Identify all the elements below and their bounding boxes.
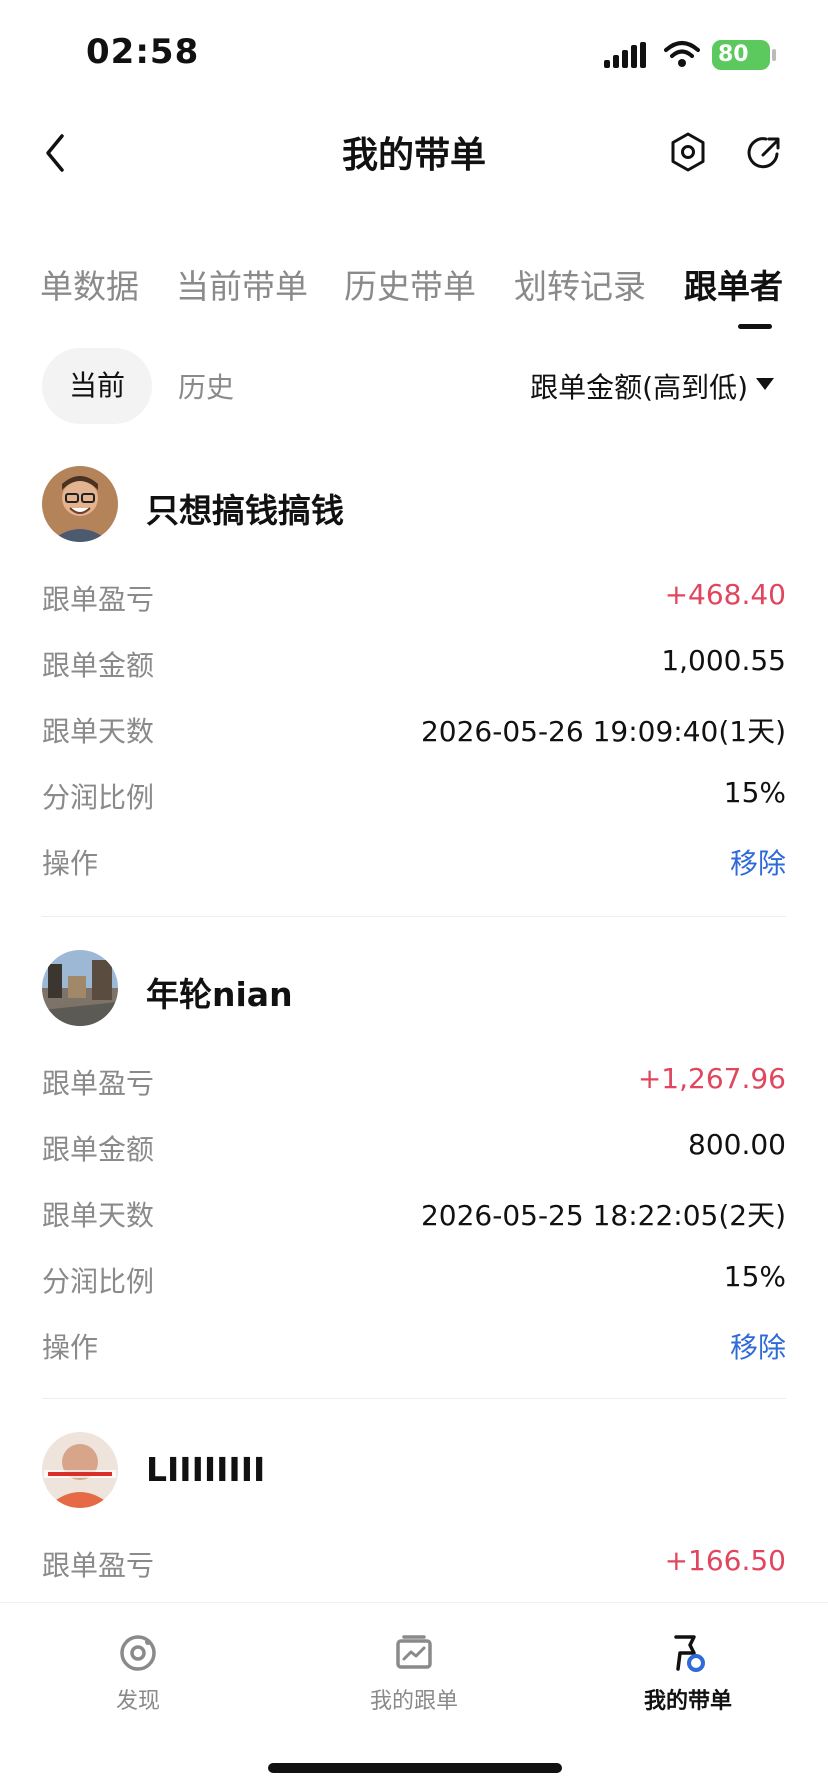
- nav-header: 我的带单: [0, 110, 828, 210]
- row-label: 跟单金额: [42, 649, 155, 682]
- row-action: 操作 移除: [42, 842, 786, 882]
- follower-card: 只想搞钱搞钱 跟单盈亏 +468.40 跟单金额 1,000.55 跟单天数 2…: [42, 466, 786, 886]
- nav-label: 我的跟单: [369, 1689, 458, 1714]
- row-pnl: 跟单盈亏 +1,267.96: [42, 1062, 786, 1102]
- divider: [42, 916, 786, 917]
- status-time: 02:58: [86, 32, 200, 72]
- row-value: 15%: [723, 776, 786, 809]
- row-label: 操作: [42, 1331, 99, 1364]
- row-value: 800.00: [688, 1128, 786, 1161]
- row-value: 2026-05-26 19:09:40(1天): [420, 715, 786, 748]
- nav-my-lead[interactable]: 我的带单: [598, 1633, 778, 1715]
- avatar: [42, 1432, 118, 1508]
- row-label: 跟单金额: [42, 1133, 155, 1166]
- row-amount: 跟单金额 800.00: [42, 1128, 786, 1168]
- row-action: 操作 移除: [42, 1326, 786, 1366]
- nav-discover[interactable]: 发现: [48, 1633, 228, 1715]
- row-label: 跟单盈亏: [42, 1067, 155, 1100]
- row-value: 15%: [723, 1260, 786, 1293]
- divider: [42, 1398, 786, 1399]
- share-icon[interactable]: [744, 130, 784, 174]
- caret-down-icon[interactable]: [756, 378, 774, 390]
- signal-icon: [604, 42, 646, 68]
- status-bar: 02:58 80: [0, 0, 828, 110]
- follower-card: LIIIIIIII 跟单盈亏 +166.50: [42, 1432, 786, 1592]
- wifi-icon: [664, 41, 700, 67]
- tab-order-data[interactable]: 单数据: [40, 260, 139, 308]
- row-share-ratio: 分润比例 15%: [42, 1260, 786, 1300]
- row-label: 操作: [42, 847, 99, 880]
- nav-my-follow[interactable]: 我的跟单: [324, 1633, 504, 1715]
- battery-icon: 80: [712, 40, 776, 70]
- home-indicator: [268, 1763, 562, 1773]
- row-label: 跟单盈亏: [42, 583, 155, 616]
- row-value: +166.50: [664, 1544, 786, 1577]
- subtab-current[interactable]: 当前: [42, 348, 152, 424]
- follower-name: 年轮nian: [146, 975, 293, 1014]
- row-value: 1,000.55: [661, 644, 786, 677]
- nav-label: 发现: [115, 1689, 160, 1714]
- main-tabs: 单数据 当前带单 历史带单 划转记录 跟单者: [0, 250, 828, 330]
- avatar: [42, 466, 118, 542]
- settings-hex-icon[interactable]: [668, 130, 708, 174]
- avatar: [42, 950, 118, 1026]
- row-pnl: 跟单盈亏 +468.40: [42, 578, 786, 618]
- remove-button[interactable]: 移除: [730, 1326, 786, 1366]
- remove-button[interactable]: 移除: [730, 842, 786, 882]
- sub-filter-bar: 当前 历史 跟单金额(高到低): [0, 346, 828, 426]
- follower-name: 只想搞钱搞钱: [146, 491, 344, 530]
- row-label: 跟单盈亏: [42, 1549, 155, 1582]
- tab-current-lead[interactable]: 当前带单: [176, 260, 308, 308]
- tab-indicator: [738, 324, 772, 329]
- tab-transfer-records[interactable]: 划转记录: [514, 260, 646, 308]
- row-days: 跟单天数 2026-05-25 18:22:05(2天): [42, 1194, 786, 1234]
- tab-history-lead[interactable]: 历史带单: [344, 260, 476, 308]
- row-days: 跟单天数 2026-05-26 19:09:40(1天): [42, 710, 786, 750]
- sort-dropdown[interactable]: 跟单金额(高到低): [530, 366, 748, 406]
- follower-name: LIIIIIIII: [146, 1450, 266, 1489]
- row-value: +1,267.96: [637, 1062, 786, 1095]
- nav-label: 我的带单: [643, 1689, 732, 1714]
- subtab-history[interactable]: 历史: [178, 366, 234, 406]
- tab-followers[interactable]: 跟单者: [684, 260, 783, 308]
- row-value: 2026-05-25 18:22:05(2天): [420, 1199, 786, 1232]
- bottom-nav: 发现 我的跟单 我的带单: [0, 1602, 828, 1792]
- row-pnl: 跟单盈亏 +166.50: [42, 1544, 786, 1584]
- row-label: 跟单天数: [42, 1199, 155, 1232]
- follower-card: 年轮nian 跟单盈亏 +1,267.96 跟单金额 800.00 跟单天数 2…: [42, 950, 786, 1370]
- row-label: 分润比例: [42, 781, 155, 814]
- row-share-ratio: 分润比例 15%: [42, 776, 786, 816]
- row-amount: 跟单金额 1,000.55: [42, 644, 786, 684]
- row-value: +468.40: [664, 578, 786, 611]
- chart-board-icon: [396, 1635, 432, 1669]
- discover-icon: [120, 1635, 156, 1671]
- row-label: 分润比例: [42, 1265, 155, 1298]
- flag-badge-icon: [674, 1635, 705, 1672]
- row-label: 跟单天数: [42, 715, 155, 748]
